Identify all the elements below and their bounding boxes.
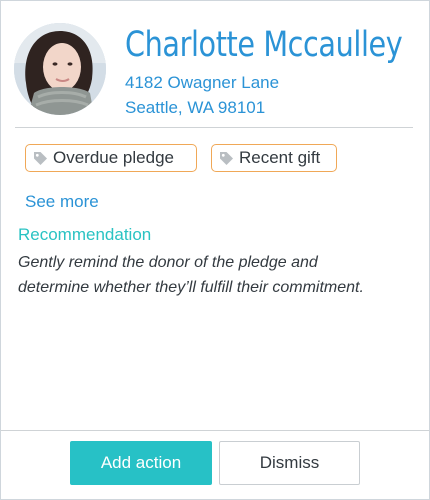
tag-icon — [219, 151, 234, 166]
donor-name: Charlotte Mccaulley — [125, 25, 403, 65]
donor-card: Charlotte Mccaulley 4182 Owagner Lane Se… — [0, 0, 430, 500]
add-action-button[interactable]: Add action — [70, 441, 212, 485]
header-divider — [15, 127, 413, 128]
recommendation-text: Gently remind the donor of the pledge an… — [18, 254, 364, 296]
dismiss-button[interactable]: Dismiss — [219, 441, 360, 485]
tag-label: Overdue pledge — [53, 148, 174, 167]
tag-icon — [33, 151, 48, 166]
footer-divider — [1, 430, 429, 431]
tag-recent-gift[interactable]: Recent gift — [211, 144, 337, 172]
see-more-link[interactable]: See more — [25, 192, 99, 212]
tag-overdue-pledge[interactable]: Overdue pledge — [25, 144, 197, 172]
tag-label: Recent gift — [239, 148, 321, 167]
avatar — [14, 23, 106, 115]
donor-address-line1: 4182 Owagner Lane — [125, 73, 280, 92]
recommendation-title: Recommendation — [18, 225, 152, 244]
donor-address-line2: Seattle, WA 98101 — [125, 98, 266, 117]
